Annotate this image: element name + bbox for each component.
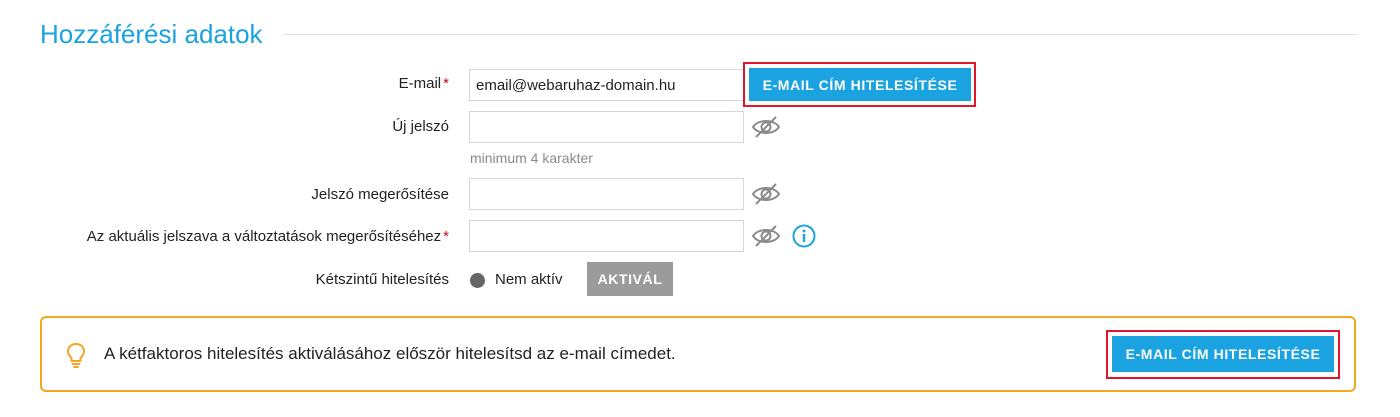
current-password-label-text: Az aktuális jelszava a változtatások meg…	[86, 228, 442, 245]
notice-verify-email-button[interactable]: E-MAIL CÍM HITELESÍTÉSE	[1112, 336, 1334, 372]
new-password-row: Új jelszó minimum 4 karakter	[0, 108, 1400, 168]
lightbulb-icon	[67, 343, 85, 368]
required-mark: *	[443, 228, 449, 245]
section-divider	[282, 33, 1358, 35]
email-row: E-mail* E-MAIL CÍM HITELESÍTÉSE	[0, 62, 1400, 107]
confirm-password-input[interactable]	[469, 178, 744, 210]
password-hint: minimum 4 karakter	[470, 150, 593, 166]
email-label: E-mail *	[399, 75, 449, 92]
two-factor-row: Kétszintű hitelesítés Nem aktív AKTIVÁL	[0, 262, 1400, 298]
two-factor-status: Nem aktív	[495, 271, 563, 288]
required-mark: *	[443, 75, 449, 92]
eye-slash-icon[interactable]	[751, 224, 781, 248]
confirm-password-label: Jelszó megerősítése	[311, 186, 449, 203]
eye-slash-icon[interactable]	[751, 182, 781, 206]
current-password-input[interactable]	[469, 220, 744, 252]
info-icon[interactable]	[792, 224, 816, 248]
confirm-password-row: Jelszó megerősítése	[0, 176, 1400, 214]
current-password-label: Az aktuális jelszava a változtatások meg…	[87, 228, 449, 245]
section-title: Hozzáférési adatok	[40, 18, 263, 49]
status-dot	[470, 273, 485, 288]
notice-text: A kétfaktoros hitelesítés aktiválásához …	[104, 344, 676, 363]
two-factor-notice: A kétfaktoros hitelesítés aktiválásához …	[40, 316, 1356, 392]
section-header: Hozzáférési adatok	[40, 14, 1358, 54]
email-input[interactable]	[469, 69, 744, 101]
new-password-input[interactable]	[469, 111, 744, 143]
eye-slash-icon[interactable]	[751, 115, 781, 139]
two-factor-label: Kétszintű hitelesítés	[315, 271, 449, 288]
verify-email-button[interactable]: E-MAIL CÍM HITELESÍTÉSE	[749, 68, 971, 101]
activate-button[interactable]: AKTIVÁL	[587, 262, 673, 296]
access-data-page: Hozzáférési adatok E-mail* E-MAIL CÍM HI…	[0, 0, 1400, 417]
email-label-text: E-mail	[398, 75, 442, 92]
new-password-label: Új jelszó	[392, 118, 449, 135]
current-password-row: Az aktuális jelszava a változtatások meg…	[0, 218, 1400, 256]
